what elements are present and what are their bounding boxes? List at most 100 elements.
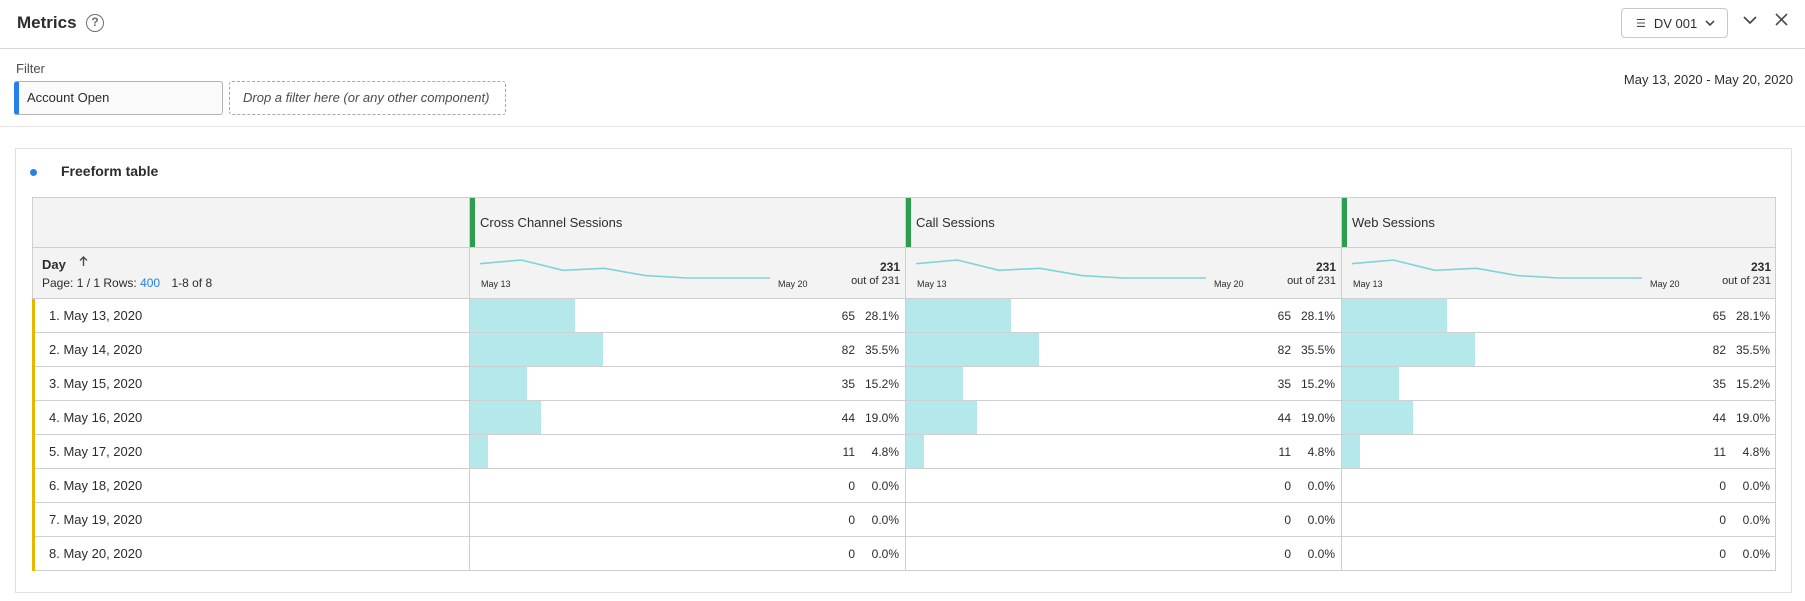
filter-label: Filter — [16, 61, 45, 76]
metric-value-cell[interactable]: 0 0.0% — [1341, 469, 1776, 502]
collapse-icon[interactable] — [1740, 12, 1760, 32]
metric-value-cell[interactable]: 0 0.0% — [905, 503, 1341, 536]
help-circle-icon[interactable]: ? — [86, 14, 104, 32]
metric-total: 231 — [879, 260, 900, 274]
metric-name: Web Sessions — [1352, 215, 1435, 230]
row-label[interactable]: 4. May 16, 2020 — [49, 410, 142, 425]
metric-percent: 35.5% — [864, 343, 899, 357]
metric-value: 11 — [1713, 445, 1726, 459]
metric-percent: 0.0% — [1742, 479, 1770, 493]
metric-name: Call Sessions — [916, 215, 995, 230]
percent-bar — [906, 367, 963, 400]
row-label[interactable]: 8. May 20, 2020 — [49, 546, 142, 561]
metric-value-cell[interactable]: 0 0.0% — [905, 537, 1341, 570]
sparkline-end-label: May 20 — [1650, 279, 1680, 289]
metric-value-cell[interactable]: 0 0.0% — [905, 469, 1341, 502]
metric-value-cell[interactable]: 44 19.0% — [1341, 401, 1776, 434]
metric-value: 44 — [1277, 411, 1291, 425]
metric-percent: 0.0% — [871, 513, 899, 527]
metric-value-cell[interactable]: 0 0.0% — [469, 503, 905, 536]
row-color-indicator — [32, 469, 35, 503]
metric-value-cell[interactable]: 44 19.0% — [905, 401, 1341, 434]
metric-value-cell[interactable]: 82 35.5% — [1341, 333, 1776, 366]
metric-name: Cross Channel Sessions — [480, 215, 623, 230]
percent-bar — [470, 435, 488, 468]
metric-header-web-sessions[interactable]: Web Sessions — [1341, 198, 1776, 247]
table-row[interactable]: 3. May 15, 2020 35 15.2% 35 15.2% 35 15.2% — [32, 367, 1776, 401]
metric-value-cell[interactable]: 82 35.5% — [905, 333, 1341, 366]
drag-handle-icon[interactable] — [470, 198, 475, 247]
metric-value: 35 — [1712, 377, 1726, 391]
percent-bar — [1342, 299, 1448, 332]
metric-percent: 15.2% — [1735, 377, 1770, 391]
table-row[interactable]: 4. May 16, 2020 44 19.0% 44 19.0% 44 19.0% — [32, 401, 1776, 435]
metric-value-cell[interactable]: 35 15.2% — [905, 367, 1341, 400]
table-row[interactable]: 5. May 17, 2020 11 4.8% 11 4.8% 11 4.8% — [32, 435, 1776, 469]
table-row[interactable]: 7. May 19, 2020 0 0.0% 0 0.0% 0 0.0% — [32, 503, 1776, 537]
metric-value-cell[interactable]: 0 0.0% — [469, 537, 905, 570]
drag-handle-icon[interactable] — [906, 198, 911, 247]
metric-value-cell[interactable]: 65 28.1% — [469, 299, 905, 332]
row-label[interactable]: 2. May 14, 2020 — [49, 342, 142, 357]
filter-area: Filter Account Open Drop a filter here (… — [0, 50, 1805, 127]
filter-drop-zone[interactable]: Drop a filter here (or any other compone… — [229, 81, 506, 115]
metric-value: 82 — [1712, 343, 1726, 357]
dimension-name[interactable]: Day — [42, 257, 66, 272]
metric-value-cell[interactable]: 0 0.0% — [1341, 503, 1776, 536]
metric-out-of: out of 231 — [851, 275, 900, 287]
metric-value: 0 — [1719, 479, 1726, 493]
dataview-selector-button[interactable]: ☰ DV 001 — [1621, 8, 1728, 38]
metric-total: 231 — [1315, 260, 1336, 274]
filter-chip-account-open[interactable]: Account Open — [14, 81, 223, 115]
row-color-indicator — [32, 435, 35, 469]
metric-percent: 35.5% — [1300, 343, 1335, 357]
row-label[interactable]: 1. May 13, 2020 — [49, 308, 142, 323]
rows-per-page-link[interactable]: 400 — [140, 276, 160, 290]
metric-value-cell[interactable]: 11 4.8% — [1341, 435, 1776, 468]
row-label[interactable]: 6. May 18, 2020 — [49, 478, 142, 493]
range-info: 1-8 of 8 — [171, 276, 213, 290]
metric-value-cell[interactable]: 0 0.0% — [469, 469, 905, 502]
metric-percent: 4.8% — [871, 445, 899, 459]
row-label[interactable]: 3. May 15, 2020 — [49, 376, 142, 391]
metric-value-cell[interactable]: 35 15.2% — [1341, 367, 1776, 400]
metric-header-cross-channel-sessions[interactable]: Cross Channel Sessions — [469, 198, 905, 247]
percent-bar — [906, 299, 1012, 332]
date-range[interactable]: May 13, 2020 - May 20, 2020 — [1624, 72, 1793, 87]
table-row[interactable]: 1. May 13, 2020 65 28.1% 65 28.1% 65 28.1% — [32, 299, 1776, 333]
metric-value-cell[interactable]: 35 15.2% — [469, 367, 905, 400]
metric-percent: 15.2% — [1300, 377, 1335, 391]
metric-value-cell[interactable]: 44 19.0% — [469, 401, 905, 434]
metric-value: 0 — [1284, 547, 1291, 561]
table-row[interactable]: 2. May 14, 2020 82 35.5% 82 35.5% 82 35.5% — [32, 333, 1776, 367]
dimension-header-blank — [33, 198, 469, 247]
metric-value-cell[interactable]: 65 28.1% — [1341, 299, 1776, 332]
metric-value-cell[interactable]: 0 0.0% — [1341, 537, 1776, 570]
visualization-title[interactable]: Freeform table — [61, 163, 158, 179]
visualization-status-dot — [30, 169, 37, 176]
sort-ascending-icon[interactable] — [79, 255, 88, 270]
close-icon[interactable] — [1771, 10, 1791, 30]
metric-percent: 19.0% — [1300, 411, 1335, 425]
metric-percent: 35.5% — [1735, 343, 1770, 357]
row-label[interactable]: 5. May 17, 2020 — [49, 444, 142, 459]
metric-value: 0 — [1719, 513, 1726, 527]
row-label[interactable]: 7. May 19, 2020 — [49, 512, 142, 527]
metric-value-cell[interactable]: 65 28.1% — [905, 299, 1341, 332]
metric-value-cell[interactable]: 11 4.8% — [469, 435, 905, 468]
drag-handle-icon[interactable] — [1342, 198, 1347, 247]
sparkline-end-label: May 20 — [1214, 279, 1244, 289]
metric-value-cell[interactable]: 11 4.8% — [905, 435, 1341, 468]
table-row[interactable]: 6. May 18, 2020 0 0.0% 0 0.0% 0 0.0% — [32, 469, 1776, 503]
metric-value: 65 — [841, 309, 855, 323]
table-row[interactable]: 8. May 20, 2020 0 0.0% 0 0.0% 0 0.0% — [32, 537, 1776, 571]
sparkline-start-label: May 13 — [1353, 279, 1383, 289]
percent-bar — [1342, 367, 1399, 400]
metric-value: 82 — [841, 343, 855, 357]
metric-value: 0 — [1284, 513, 1291, 527]
metric-header-call-sessions[interactable]: Call Sessions — [905, 198, 1341, 247]
metric-value-cell[interactable]: 82 35.5% — [469, 333, 905, 366]
metric-percent: 0.0% — [1742, 513, 1770, 527]
metric-percent: 28.1% — [864, 309, 899, 323]
metric-percent: 19.0% — [864, 411, 899, 425]
